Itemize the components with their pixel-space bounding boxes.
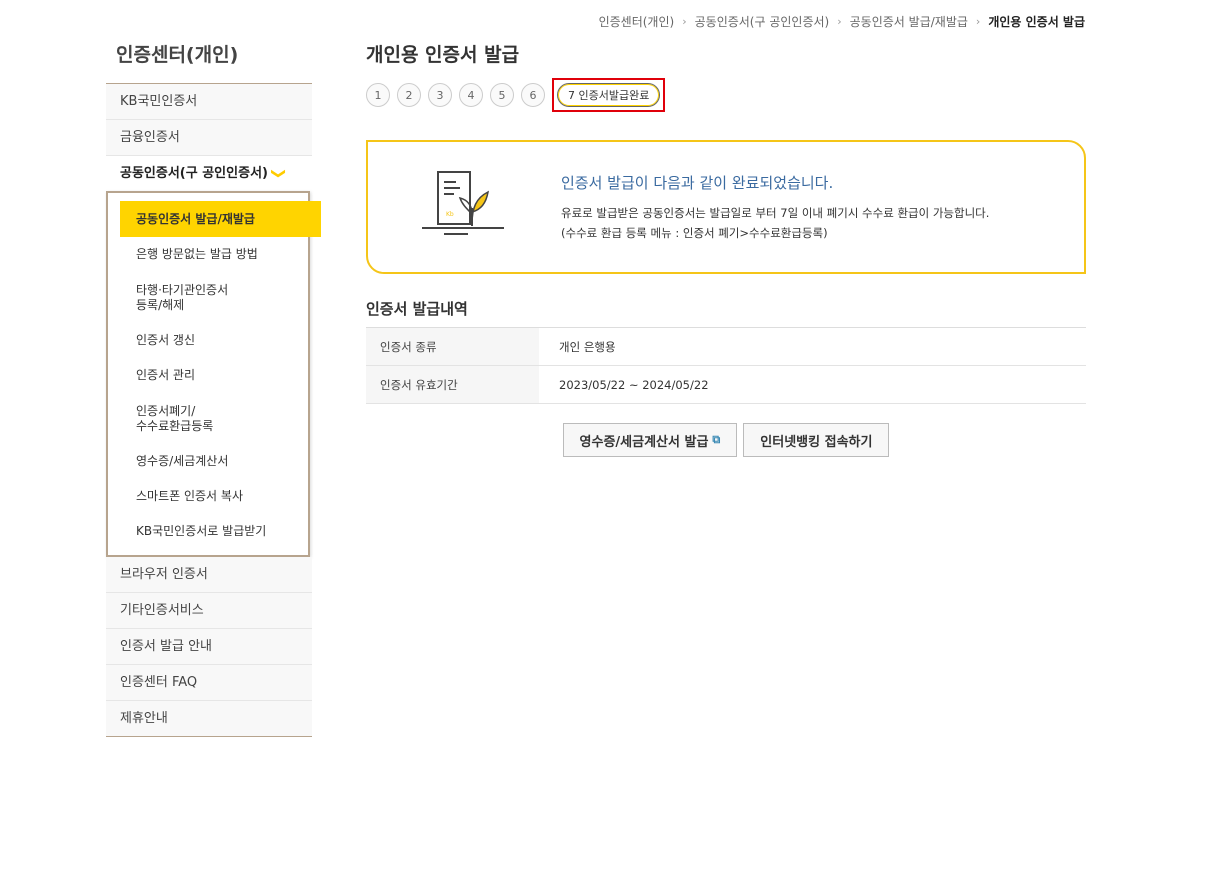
sidebar-item-issue-guide[interactable]: 인증서 발급 안내 bbox=[106, 629, 312, 665]
internet-banking-button[interactable]: 인터넷뱅킹 접속하기 bbox=[743, 423, 890, 457]
sidebar-title: 인증센터(개인) bbox=[106, 40, 312, 84]
table-value-cell: 개인 은행용 bbox=[539, 327, 1086, 366]
submenu-item-issue[interactable]: 공동인증서 발급/재발급 bbox=[120, 201, 321, 237]
step-1: 1 bbox=[366, 83, 390, 107]
submenu-label: 인증서폐기/ bbox=[136, 403, 196, 418]
table-header-cell: 인증서 유효기간 bbox=[366, 365, 539, 404]
submenu-item-revoke[interactable]: 인증서폐기/수수료환급등록 bbox=[108, 393, 308, 444]
sidebar-item-partnership[interactable]: 제휴안내 bbox=[106, 701, 312, 737]
sidebar-item-faq[interactable]: 인증센터 FAQ bbox=[106, 665, 312, 701]
breadcrumb-current: 개인용 인증서 발급 bbox=[988, 15, 1085, 29]
breadcrumb: 인증센터(개인) › 공동인증서(구 공인인증서) › 공동인증서 발급/재발급… bbox=[599, 13, 1085, 30]
step-7-current: 7 인증서발급완료 bbox=[557, 83, 661, 107]
certificate-document-icon: Kb bbox=[422, 171, 504, 235]
breadcrumb-separator-icon: › bbox=[682, 15, 687, 28]
sidebar-item-kb-cert[interactable]: KB국민인증서 bbox=[106, 84, 312, 120]
result-text: 인증서 발급이 다음과 같이 완료되었습니다. 유료로 발급받은 공동인증서는 … bbox=[561, 172, 989, 243]
step-2: 2 bbox=[397, 83, 421, 107]
result-desc-line: 유료로 발급받은 공동인증서는 발급일로 부터 7일 이내 폐기시 수수료 환급… bbox=[561, 206, 990, 220]
step-indicator: 1 2 3 4 5 6 7 인증서발급완료 bbox=[366, 78, 1086, 112]
action-buttons: 영수증/세금계산서 발급 ⧉ 인터넷뱅킹 접속하기 bbox=[366, 423, 1086, 457]
table-header-cell: 인증서 종류 bbox=[366, 327, 539, 366]
submenu-label: 타행·타기관인증서 bbox=[136, 282, 229, 297]
issue-details-table: 인증서 종류 개인 은행용 인증서 유효기간 2023/05/22 ~ 2024… bbox=[366, 327, 1086, 404]
breadcrumb-item[interactable]: 공동인증서(구 공인인증서) bbox=[695, 13, 830, 30]
result-description: 유료로 발급받은 공동인증서는 발급일로 부터 7일 이내 폐기시 수수료 환급… bbox=[561, 203, 989, 243]
submenu-item-other-bank[interactable]: 타행·타기관인증서 등록/해제 bbox=[108, 272, 308, 323]
section-title: 인증서 발급내역 bbox=[366, 300, 468, 318]
page-title: 개인용 인증서 발급 bbox=[366, 44, 520, 66]
submenu: 공동인증서 발급/재발급 은행 방문없는 발급 방법 타행·타기관인증서 등록/해… bbox=[106, 191, 321, 557]
step-3: 3 bbox=[428, 83, 452, 107]
sidebar-item-browser-cert[interactable]: 브라우저 인증서 bbox=[106, 557, 312, 593]
result-box: Kb 인증서 발급이 다음과 같이 완료되었습니다. 유료로 발급받은 공동인증… bbox=[366, 140, 1086, 274]
receipt-tax-invoice-button[interactable]: 영수증/세금계산서 발급 ⧉ bbox=[562, 423, 738, 457]
step-6: 6 bbox=[521, 83, 545, 107]
breadcrumb-separator-icon: › bbox=[975, 15, 981, 28]
result-headline: 인증서 발급이 다음과 같이 완료되었습니다. bbox=[561, 174, 834, 192]
sidebar-item-other-services[interactable]: 기타인증서비스 bbox=[106, 593, 312, 629]
table-row: 인증서 종류 개인 은행용 bbox=[366, 327, 1086, 366]
sidebar-item-label: 공동인증서(구 공인인증서) bbox=[120, 166, 268, 181]
current-step-highlight: 7 인증서발급완료 bbox=[552, 78, 666, 112]
submenu-item-receipt[interactable]: 영수증/세금계산서 bbox=[108, 444, 308, 479]
submenu-label: 수수료환급등록 bbox=[136, 418, 214, 433]
sidebar-item-joint-cert[interactable]: 공동인증서(구 공인인증서) ❯ bbox=[106, 156, 312, 191]
result-desc-line: (수수료 환급 등록 메뉴 : 인증서 폐기>수수료환급등록) bbox=[561, 226, 828, 240]
breadcrumb-separator-icon: › bbox=[837, 15, 842, 28]
sidebar: 인증센터(개인) KB국민인증서 금융인증서 공동인증서(구 공인인증서) ❯ 공… bbox=[106, 40, 321, 737]
table-row: 인증서 유효기간 2023/05/22 ~ 2024/05/22 bbox=[366, 365, 1086, 404]
external-link-icon: ⧉ bbox=[712, 433, 721, 446]
breadcrumb-item[interactable]: 공동인증서 발급/재발급 bbox=[850, 13, 968, 30]
submenu-item-smartphone-copy[interactable]: 스마트폰 인증서 복사 bbox=[108, 479, 308, 514]
chevron-down-icon: ❯ bbox=[270, 167, 287, 180]
submenu-item-manage[interactable]: 인증서 관리 bbox=[108, 358, 308, 393]
svg-text:Kb: Kb bbox=[446, 211, 454, 218]
step-4: 4 bbox=[459, 83, 483, 107]
submenu-item-no-visit[interactable]: 은행 방문없는 발급 방법 bbox=[108, 237, 308, 272]
main-content: 개인용 인증서 발급 1 2 3 4 5 6 7 인증서발급완료 Kb 인증서 … bbox=[366, 40, 1086, 457]
submenu-label: 등록/해제 bbox=[136, 297, 185, 312]
submenu-item-renew[interactable]: 인증서 갱신 bbox=[108, 323, 308, 358]
button-label: 영수증/세금계산서 발급 bbox=[579, 434, 709, 450]
sidebar-item-financial-cert[interactable]: 금융인증서 bbox=[106, 120, 312, 156]
step-5: 5 bbox=[490, 83, 514, 107]
submenu-item-kb-issue[interactable]: KB국민인증서로 발급받기 bbox=[108, 514, 308, 549]
breadcrumb-item[interactable]: 인증센터(개인) bbox=[599, 13, 675, 30]
table-value-cell: 2023/05/22 ~ 2024/05/22 bbox=[539, 365, 1086, 404]
